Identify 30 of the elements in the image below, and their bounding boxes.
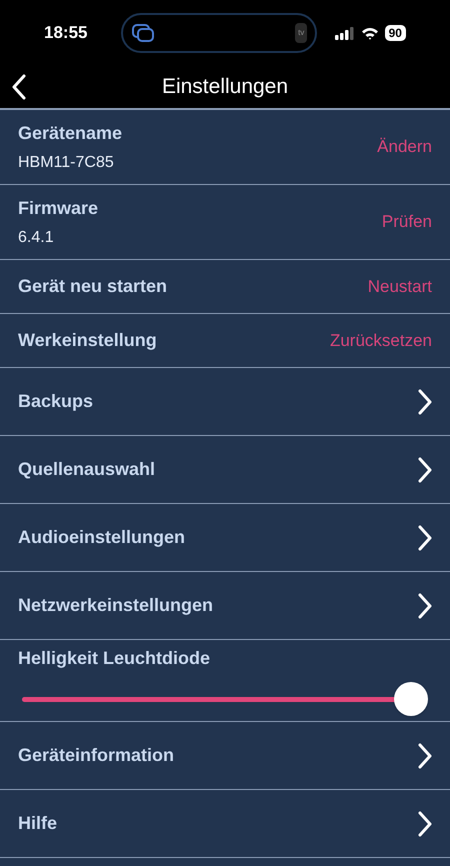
setting-label: Quellenauswahl (18, 458, 156, 481)
setting-value: HBM11-7C85 (18, 152, 115, 172)
app-badge: tv (295, 23, 308, 43)
chevron-right-icon (418, 388, 432, 414)
back-button[interactable] (10, 72, 28, 102)
brightness-slider[interactable] (22, 682, 428, 716)
wifi-icon (360, 26, 379, 40)
setting-label: Geräteinformation (18, 744, 174, 767)
chevron-left-icon (12, 74, 26, 100)
slider-thumb[interactable] (394, 682, 428, 716)
chevron-right-icon (418, 456, 432, 482)
battery-indicator: 90 (384, 25, 406, 41)
page-title: Einstellungen (162, 74, 288, 100)
overlapping-squares-icon (131, 23, 156, 43)
chevron-right-icon (418, 810, 432, 836)
setting-value: 6.4.1 (18, 228, 55, 248)
signal-icon (334, 26, 355, 40)
setting-label: Gerät neu starten (18, 275, 168, 298)
chevron-right-icon (418, 592, 432, 618)
setting-label: Werkeinstellung (18, 329, 157, 352)
setting-label: Helligkeit Leuchtdiode (18, 647, 212, 670)
setting-label: Netzwerkeinstellungen (18, 594, 214, 617)
setting-label: Backups (18, 390, 94, 413)
setting-label: Hilfe (18, 812, 58, 835)
chevron-right-icon (418, 742, 432, 768)
status-time: 18:55 (44, 22, 88, 44)
setting-label: Audioeinstellungen (18, 526, 186, 549)
setting-label: Gerätename (18, 122, 122, 144)
setting-label: Firmware (18, 196, 98, 220)
chevron-right-icon (418, 524, 432, 550)
